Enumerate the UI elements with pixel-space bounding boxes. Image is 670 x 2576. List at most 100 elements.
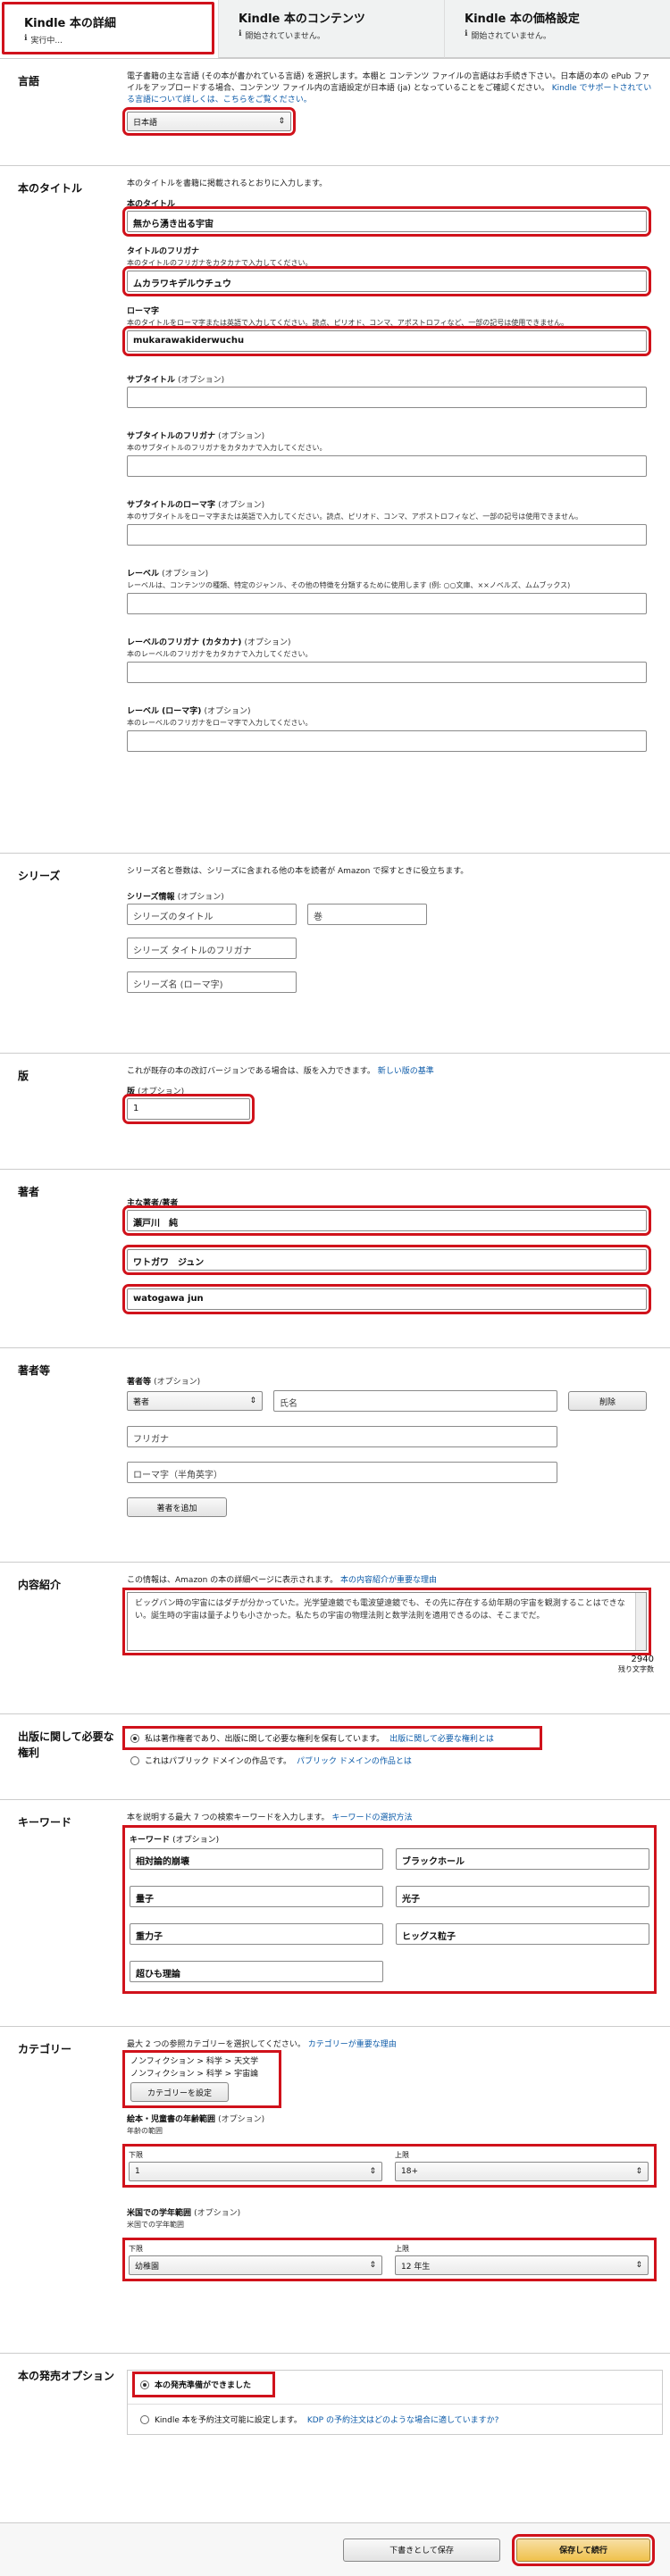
grade-min-select[interactable]: 幼稚園 ⇕ bbox=[129, 2255, 382, 2276]
age-max-label: 上限 bbox=[395, 2151, 409, 2160]
keywords-field-label: キーワード bbox=[130, 1836, 171, 1846]
chevron-updown-icon: ⇕ bbox=[635, 2167, 642, 2177]
title-field-input[interactable]: ムカラワキデルウチュウ bbox=[122, 266, 651, 297]
optional-tag: (オプション) bbox=[177, 893, 224, 903]
author-roman-input[interactable]: watogawa jun bbox=[122, 1284, 651, 1314]
radio-unselected[interactable] bbox=[140, 2414, 149, 2424]
edition-field-label: 版 bbox=[127, 1088, 136, 1097]
title-field-help: 本のタイトルのフリガナをカタカナで入力してください。 bbox=[127, 259, 313, 268]
keywords-help-link[interactable]: キーワードの選択方法 bbox=[331, 1813, 412, 1822]
tab-book-content[interactable]: Kindle 本のコンテンツ ℹ 開始されていません。 bbox=[218, 0, 444, 58]
preorder-help-link[interactable]: KDP の予約注文はどのような場合に適していますか? bbox=[307, 2413, 499, 2425]
series-kana-input[interactable]: シリーズ タイトルのフリガナ bbox=[127, 938, 297, 960]
contributor-role-select[interactable]: 著者 ⇕ bbox=[127, 1391, 263, 1411]
contributor-roman-input[interactable]: ローマ字（半角英字） bbox=[127, 1462, 557, 1483]
tab-book-pricing[interactable]: Kindle 本の価格設定 ℹ 開始されていません。 bbox=[444, 0, 670, 58]
contributor-kana-input[interactable]: フリガナ bbox=[127, 1426, 557, 1447]
preorder-option[interactable]: Kindle 本を予約注文可能に設定します。 KDP の予約注文はどのような場合… bbox=[137, 2413, 653, 2425]
author-name-input[interactable]: 瀬戸川 純 bbox=[122, 1205, 651, 1236]
age-range-label: 絵本・児童書の年齢範囲 bbox=[127, 2115, 216, 2125]
title-field-input[interactable] bbox=[127, 662, 647, 684]
title-field-label: レーベル (オプション) bbox=[127, 567, 652, 579]
category-selection: ノンフィクション > 科学 > 天文学 ノンフィクション > 科学 > 宇宙論 … bbox=[122, 2050, 281, 2109]
rights-section: 出版に関して必要な権利 私は著作権者であり、出版に関して必要な権利を保有していま… bbox=[0, 1714, 670, 1800]
field-label-text: レーベル bbox=[127, 570, 160, 579]
rights-option-public-domain[interactable]: これはパブリック ドメインの作品です。 パブリック ドメインの作品とは bbox=[127, 1755, 652, 1766]
title-field-help: 本のレーベルのフリガナをカタカナで入力してください。 bbox=[127, 650, 313, 659]
grade-min-label: 下限 bbox=[129, 2245, 143, 2254]
series-roman-input[interactable]: シリーズ名 (ローマ字) bbox=[127, 971, 297, 994]
save-draft-button[interactable]: 下書きとして保存 bbox=[343, 2538, 500, 2562]
section-label: 本の発売オプション bbox=[18, 2370, 115, 2382]
description-text: ビッグバン時の宇宙にはダチが分かっていた。光学望遠鏡でも電波望遠鏡でも、その先に… bbox=[135, 1599, 625, 1621]
title-field-input[interactable] bbox=[127, 524, 647, 546]
title-field-input[interactable] bbox=[127, 730, 647, 753]
series-volume-input[interactable]: 巻 bbox=[307, 904, 427, 926]
keywords-group: キーワード (オプション) 相対論的崩壊 ブラックホール 量子 光子 重力子 ヒッグス粒子… bbox=[122, 1825, 657, 1995]
title-field-input[interactable] bbox=[127, 593, 647, 615]
grade-range-help: 米国での学年範囲 bbox=[127, 2221, 184, 2230]
tab-book-details[interactable]: Kindle 本の詳細 ℹ 実行中... bbox=[2, 2, 214, 54]
series-title-input[interactable]: シリーズのタイトル bbox=[127, 904, 297, 926]
description-textarea[interactable]: ビッグバン時の宇宙にはダチが分かっていた。光学望遠鏡でも電波望遠鏡でも、その先に… bbox=[122, 1588, 651, 1656]
title-field-input[interactable] bbox=[127, 387, 647, 409]
rights-option1-link[interactable]: 出版に関して必要な権利とは bbox=[389, 1732, 494, 1744]
category-item: ノンフィクション > 科学 > 宇宙論 bbox=[130, 2069, 259, 2079]
tab-status: 開始されていません。 bbox=[245, 32, 325, 41]
grade-max-select[interactable]: 12 年生 ⇕ bbox=[395, 2255, 649, 2276]
age-max-select[interactable]: 18+ ⇕ bbox=[395, 2162, 649, 2182]
optional-tag: (オプション) bbox=[218, 501, 265, 511]
save-continue-button[interactable]: 保存して続行 bbox=[512, 2533, 655, 2566]
keyword-input[interactable]: 超ひも理論 bbox=[130, 1961, 383, 1983]
keyword-input[interactable]: ヒッグス粒子 bbox=[396, 1923, 649, 1946]
optional-tag: (オプション) bbox=[154, 1378, 201, 1387]
set-category-button[interactable]: カテゴリーを設定 bbox=[130, 2082, 229, 2103]
section-label: 言語 bbox=[18, 75, 40, 88]
release-now-option[interactable]: 本の発売準備ができました bbox=[132, 2372, 275, 2397]
edition-input[interactable]: 1 bbox=[122, 1094, 255, 1125]
edition-help-link[interactable]: 新しい版の基準 bbox=[378, 1067, 434, 1076]
age-min-select[interactable]: 1 ⇕ bbox=[129, 2162, 382, 2182]
keyword-input[interactable]: 相対論的崩壊 bbox=[130, 1848, 383, 1871]
add-contributor-button[interactable]: 著者を追加 bbox=[127, 1497, 227, 1517]
keyword-input[interactable]: 光子 bbox=[396, 1886, 649, 1908]
field-label-text: 本のタイトル bbox=[127, 200, 176, 210]
optional-tag: (オプション) bbox=[194, 2209, 241, 2219]
radio-selected[interactable] bbox=[130, 1733, 139, 1743]
section-label: キーワード bbox=[18, 1816, 72, 1829]
title-field-input[interactable] bbox=[127, 455, 647, 478]
description-section: 内容紹介 この情報は、Amazon の本の詳細ページに表示されます。 本の内容紹… bbox=[0, 1563, 670, 1714]
contributor-name-input[interactable]: 氏名 bbox=[273, 1390, 557, 1412]
title-field-input[interactable]: 無から湧き出る宇宙 bbox=[122, 206, 651, 238]
series-section: シリーズ シリーズ名と巻数は、シリーズに含まれる他の本を読者が Amazon で… bbox=[0, 854, 670, 1054]
scrollbar[interactable] bbox=[635, 1593, 646, 1651]
language-select[interactable]: 日本語 ⇕ bbox=[122, 107, 296, 137]
title-field-help: レーベルは、コンテンツの種類、特定のジャンル、その他の特徴を分類するために使用し… bbox=[127, 581, 571, 590]
section-label: カテゴリー bbox=[18, 2043, 72, 2055]
optional-tag: (オプション) bbox=[172, 1836, 220, 1846]
title-field-label: サブタイトルのフリガナ (オプション) bbox=[127, 429, 652, 441]
grade-max-value: 12 年生 bbox=[401, 2262, 431, 2272]
title-field-input[interactable]: mukarawakiderwuchu bbox=[122, 326, 651, 357]
tab-title: Kindle 本のコンテンツ bbox=[239, 13, 365, 26]
author-kana-input[interactable]: ワトガワ ジュン bbox=[122, 1245, 651, 1275]
section-label: 版 bbox=[18, 1070, 29, 1082]
description-help-link[interactable]: 本の内容紹介が重要な理由 bbox=[340, 1576, 437, 1585]
keywords-section: キーワード 本を説明する最大 7 つの検索キーワードを入力します。 キーワードの… bbox=[0, 1800, 670, 2027]
release-section: 本の発売オプション 本の発売準備ができました Kindle 本を予約注文可能に設… bbox=[0, 2354, 670, 2461]
edition-help: これが既存の本の改訂バージョンである場合は、版を入力できます。 bbox=[127, 1067, 375, 1076]
radio-unselected[interactable] bbox=[130, 1755, 139, 1765]
keyword-input[interactable]: ブラックホール bbox=[396, 1848, 649, 1871]
rights-option2-link[interactable]: パブリック ドメインの作品とは bbox=[297, 1755, 412, 1766]
keyword-input[interactable]: 重力子 bbox=[130, 1923, 383, 1946]
contributors-section: 著者等 著者等 (オプション) 著者 ⇕ 氏名 削除 フリガナ ローマ字（半角英… bbox=[0, 1348, 670, 1563]
grade-max-label: 上限 bbox=[395, 2245, 409, 2254]
categories-help-link[interactable]: カテゴリーが重要な理由 bbox=[308, 2040, 397, 2049]
rights-option-owner[interactable]: 私は著作権者であり、出版に関して必要な権利を保有しています。 出版に関して必要な… bbox=[122, 1726, 542, 1750]
radio-selected[interactable] bbox=[140, 2380, 149, 2389]
title-field-label: レーベルのフリガナ (カタカナ) (オプション) bbox=[127, 636, 652, 647]
remove-contributor-button[interactable]: 削除 bbox=[568, 1391, 647, 1411]
keyword-input[interactable]: 量子 bbox=[130, 1886, 383, 1908]
chevron-updown-icon: ⇕ bbox=[278, 117, 285, 127]
age-range-help: 年齢の範囲 bbox=[127, 2127, 163, 2136]
